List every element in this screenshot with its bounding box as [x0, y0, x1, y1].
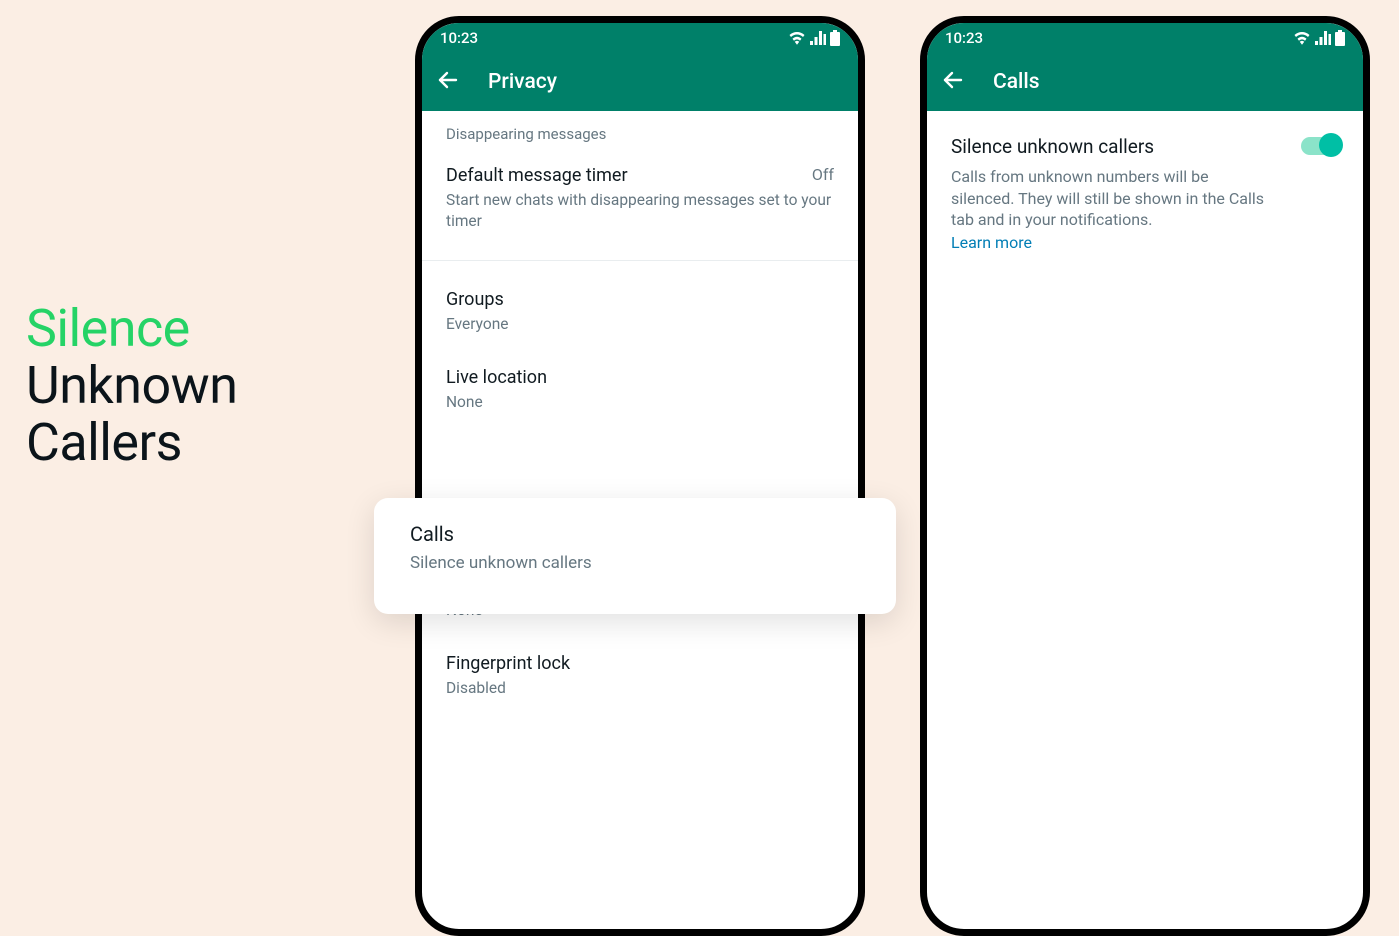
- calls-header: Calls: [927, 53, 1363, 111]
- signal-icon: [810, 31, 826, 45]
- divider: [422, 260, 858, 261]
- default-timer-value: Off: [812, 165, 834, 184]
- silence-sub: Calls from unknown numbers will be silen…: [951, 166, 1271, 231]
- status-icons: [1293, 30, 1345, 46]
- battery-icon: [830, 30, 840, 46]
- setting-silence-unknown[interactable]: Silence unknown callers Calls from unkno…: [927, 111, 1363, 276]
- feature-headline: Silence Unknown Callers: [26, 300, 237, 472]
- groups-title: Groups: [446, 289, 834, 310]
- setting-fingerprint[interactable]: Fingerprint lock Disabled: [422, 639, 858, 717]
- default-timer-sub: Start new chats with disappearing messag…: [446, 190, 834, 232]
- toggle-thumb-icon: [1319, 133, 1343, 157]
- default-timer-title: Default message timer: [446, 165, 834, 186]
- headline-line-3: Callers: [26, 414, 237, 471]
- headline-line-2: Unknown: [26, 357, 237, 414]
- groups-sub: Everyone: [446, 314, 834, 335]
- status-bar: 10:23: [422, 23, 858, 53]
- privacy-header: Privacy: [422, 53, 858, 111]
- fingerprint-sub: Disabled: [446, 678, 834, 699]
- signal-icon: [1315, 31, 1331, 45]
- privacy-title: Privacy: [488, 70, 557, 94]
- setting-calls-highlight[interactable]: Calls Silence unknown callers: [374, 498, 896, 614]
- setting-groups[interactable]: Groups Everyone: [422, 275, 858, 353]
- privacy-content: Disappearing messages Default message ti…: [422, 111, 858, 717]
- calls-content: Silence unknown callers Calls from unkno…: [927, 111, 1363, 276]
- live-location-title: Live location: [446, 367, 834, 388]
- wifi-icon: [1293, 31, 1311, 45]
- status-time: 10:23: [945, 29, 983, 47]
- disappearing-section-header: Disappearing messages: [422, 111, 858, 151]
- calls-title: Calls: [410, 522, 860, 546]
- back-arrow-icon[interactable]: [436, 68, 460, 96]
- phone-privacy: 10:23 Privacy Disappearing messages Defa…: [415, 16, 865, 936]
- live-location-sub: None: [446, 392, 834, 413]
- status-bar: 10:23: [927, 23, 1363, 53]
- headline-line-1: Silence: [26, 300, 237, 357]
- fingerprint-title: Fingerprint lock: [446, 653, 834, 674]
- status-icons: [788, 30, 840, 46]
- battery-icon: [1335, 30, 1345, 46]
- calls-sub: Silence unknown callers: [410, 552, 860, 575]
- setting-default-timer[interactable]: Default message timer Off Start new chat…: [422, 151, 858, 250]
- silence-toggle[interactable]: [1301, 137, 1341, 155]
- learn-more-link[interactable]: Learn more: [951, 233, 1032, 252]
- silence-title: Silence unknown callers: [951, 135, 1339, 158]
- phone-calls: 10:23 Calls Silence unknown callers Call…: [920, 16, 1370, 936]
- setting-live-location[interactable]: Live location None: [422, 353, 858, 431]
- back-arrow-icon[interactable]: [941, 68, 965, 96]
- wifi-icon: [788, 31, 806, 45]
- status-time: 10:23: [440, 29, 478, 47]
- calls-header-title: Calls: [993, 70, 1040, 94]
